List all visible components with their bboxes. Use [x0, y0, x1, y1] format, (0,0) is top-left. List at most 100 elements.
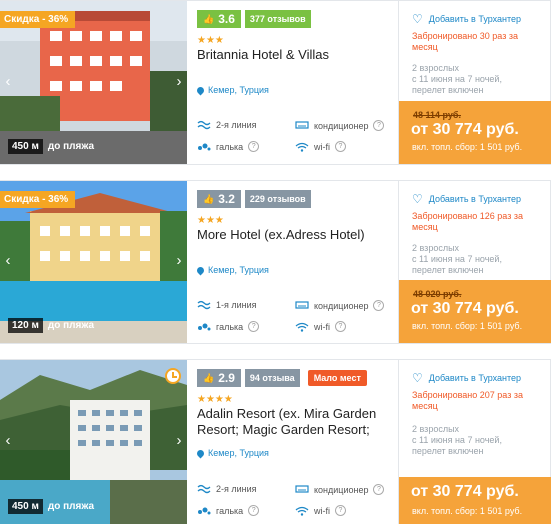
booking-panel: ♡ Добавить в Турхантер Забронировано 207… — [398, 360, 551, 524]
ac-text: кондиционер — [314, 120, 369, 131]
feature-beach-line: 1-я линия — [197, 300, 257, 310]
rating-score: 3.6 — [218, 12, 235, 26]
old-price: 48 114 руб. — [413, 110, 461, 120]
current-price: от 30 774 руб. — [411, 300, 519, 317]
hotel-location[interactable]: Кемер, Турция — [195, 85, 269, 95]
current-price: от 30 774 руб. — [411, 483, 519, 500]
prev-photo-arrow-icon[interactable]: ‹ — [2, 73, 14, 90]
hotel-name[interactable]: Adalin Resort (ex. Mira Garden Resort; M… — [197, 406, 397, 438]
clock-icon — [165, 368, 181, 384]
hotel-name[interactable]: More Hotel (ex.Adress Hotel) — [197, 227, 397, 243]
waves-icon — [197, 484, 211, 494]
few-places-badge: Мало мест — [307, 370, 367, 386]
help-icon[interactable]: ? — [248, 321, 260, 332]
hotel-stars: ★★★★ — [197, 394, 233, 405]
rating-score: 3.2 — [218, 192, 235, 206]
hotel-info: 👍 3.2 229 отзывов ★★★ More Hotel (ex.Adr… — [195, 181, 397, 343]
booked-count: Забронировано 30 раз за месяц — [412, 31, 518, 52]
next-photo-arrow-icon[interactable]: › — [173, 432, 185, 449]
hotel-stars: ★★★ — [197, 35, 224, 46]
feature-ac: кондиционер ? — [295, 120, 385, 131]
wifi-icon — [295, 506, 309, 516]
rating-score-badge[interactable]: 👍 3.6 — [197, 10, 241, 28]
location-pin-icon — [195, 85, 206, 95]
add-to-favorites-link[interactable]: ♡ Добавить в Турхантер — [412, 192, 521, 206]
booked-count: Забронировано 207 раз за месяц — [412, 390, 523, 411]
add-to-favorites-link[interactable]: ♡ Добавить в Турхантер — [412, 371, 521, 385]
rating-score: 2.9 — [218, 371, 235, 385]
wifi-text: wi-fi — [314, 321, 330, 332]
ac-text: кондиционер — [314, 300, 369, 311]
help-icon[interactable]: ? — [335, 505, 346, 516]
beach-distance-value: 120 м — [8, 318, 43, 333]
hotel-info: 👍 3.6 377 отзывов ★★★ Britannia Hotel & … — [195, 1, 397, 164]
rating-row: 👍 2.9 94 отзыва Мало мест — [197, 369, 367, 387]
help-icon[interactable]: ? — [335, 321, 346, 332]
help-icon[interactable]: ? — [373, 120, 385, 131]
hotel-photo[interactable]: Скидка - 36% ‹ › 450 м до пляжа — [0, 1, 187, 164]
beach-line-text: 1-я линия — [216, 300, 257, 310]
trip-dates: с 11 июня на 7 ночей, — [412, 435, 502, 445]
location-text: Кемер, Турция — [208, 265, 269, 275]
trip-flight: перелет включен — [412, 265, 484, 275]
reviews-count-link[interactable]: 377 отзывов — [244, 10, 311, 28]
rating-score-badge[interactable]: 👍 3.2 — [197, 190, 241, 208]
rating-row: 👍 3.6 377 отзывов — [197, 10, 311, 28]
location-text: Кемер, Турция — [208, 448, 269, 458]
hotel-name[interactable]: Britannia Hotel & Villas — [197, 47, 397, 63]
beach-type-text: галька — [216, 321, 244, 332]
air-conditioner-icon — [295, 300, 309, 309]
help-icon[interactable]: ? — [248, 141, 260, 152]
trip-travelers: 2 взрослых — [412, 424, 460, 434]
discount-badge: Скидка - 36% — [0, 191, 76, 208]
feature-beach-type: галька ? — [197, 321, 260, 332]
booking-panel: ♡ Добавить в Турхантер Забронировано 30 … — [398, 1, 551, 164]
trip-flight: перелет включен — [412, 85, 484, 95]
hotel-info: 👍 2.9 94 отзыва Мало мест ★★★★ Adalin Re… — [195, 360, 397, 524]
beach-distance: 120 м до пляжа — [8, 318, 94, 333]
hotel-card: Скидка - 36% ‹ › 120 м до пляжа 👍 3.2 22… — [0, 180, 551, 344]
add-to-favorites-label: Добавить в Турхантер — [428, 373, 522, 383]
hotel-photo[interactable]: ‹ › 450 м до пляжа — [0, 360, 187, 524]
feature-wifi: wi-fi ? — [295, 505, 346, 516]
beach-distance-value: 450 м — [8, 499, 43, 514]
waves-icon — [197, 300, 211, 310]
feature-beach-type: галька ? — [197, 141, 260, 152]
fuel-fee: вкл. топл. сбор: 1 501 руб. — [412, 321, 523, 331]
help-icon[interactable]: ? — [373, 300, 385, 311]
next-photo-arrow-icon[interactable]: › — [173, 252, 185, 269]
prev-photo-arrow-icon[interactable]: ‹ — [2, 432, 14, 449]
hotel-location[interactable]: Кемер, Турция — [195, 265, 269, 275]
beach-distance: 450 м до пляжа — [8, 139, 94, 154]
beach-line-text: 2-я линия — [216, 120, 257, 130]
help-icon[interactable]: ? — [373, 484, 385, 495]
feature-ac: кондиционер ? — [295, 300, 385, 311]
price-button[interactable]: от 30 774 руб. вкл. топл. сбор: 1 501 ру… — [399, 477, 551, 524]
hotel-card: ‹ › 450 м до пляжа 👍 2.9 94 отзыва Мало … — [0, 359, 551, 524]
trip-flight: перелет включен — [412, 446, 484, 456]
price-button[interactable]: 48 020 руб. от 30 774 руб. вкл. топл. сб… — [399, 280, 551, 343]
reviews-count-link[interactable]: 229 отзывов — [244, 190, 311, 208]
trip-dates: с 11 июня на 7 ночей, — [412, 254, 502, 264]
feature-wifi: wi-fi ? — [295, 141, 346, 152]
help-icon[interactable]: ? — [335, 141, 346, 152]
trip-details: 2 взрослых с 11 июня на 7 ночей, перелет… — [412, 424, 537, 457]
beach-distance-label: до пляжа — [47, 320, 95, 331]
price-button[interactable]: 48 114 руб. от 30 774 руб. вкл. топл. сб… — [399, 101, 551, 164]
ac-text: кондиционер — [314, 484, 369, 495]
next-photo-arrow-icon[interactable]: › — [173, 73, 185, 90]
reviews-count-link[interactable]: 94 отзыва — [244, 369, 300, 387]
beach-line-text: 2-я линия — [216, 484, 257, 494]
help-icon[interactable]: ? — [248, 505, 260, 516]
thumbs-up-icon: 👍 — [203, 372, 215, 383]
feature-wifi: wi-fi ? — [295, 321, 346, 332]
prev-photo-arrow-icon[interactable]: ‹ — [2, 252, 14, 269]
beach-distance-label: до пляжа — [47, 501, 95, 512]
feature-ac: кондиционер ? — [295, 484, 385, 495]
rating-score-badge[interactable]: 👍 2.9 — [197, 369, 241, 387]
hotel-location[interactable]: Кемер, Турция — [195, 448, 269, 458]
hotel-photo[interactable]: Скидка - 36% ‹ › 120 м до пляжа — [0, 181, 187, 343]
add-to-favorites-link[interactable]: ♡ Добавить в Турхантер — [412, 12, 521, 26]
feature-beach-line: 2-я линия — [197, 120, 257, 130]
fuel-fee: вкл. топл. сбор: 1 501 руб. — [412, 142, 523, 152]
